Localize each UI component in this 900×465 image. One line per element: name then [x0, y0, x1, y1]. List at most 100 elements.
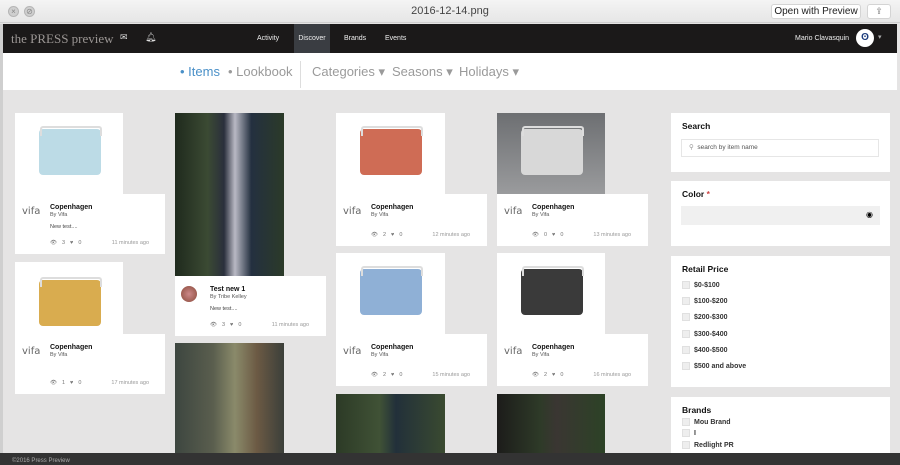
price-checkbox[interactable]: $300-$400	[682, 330, 727, 338]
brand-logo: vifa	[343, 206, 362, 217]
item-title[interactable]: Copenhagen	[50, 344, 92, 351]
item-title[interactable]: Copenhagen	[50, 204, 92, 211]
brands-title: Brands	[682, 405, 712, 415]
divider	[300, 61, 301, 88]
item-desc: New test....	[210, 306, 238, 312]
speaker-image	[360, 126, 423, 175]
nav-events[interactable]: Events	[381, 24, 410, 53]
brands-panel: Brands Mou Brand I Redlight PR	[671, 397, 890, 453]
speaker-image	[39, 277, 102, 326]
item-card[interactable]: vifa Copenhagen By Vifa 👁︎ 2 ♥ 0 12 minutes …	[336, 194, 487, 246]
footer: ©2016 Press Preview	[0, 453, 900, 465]
timestamp: 13 minutes ago	[593, 232, 631, 238]
nav-activity[interactable]: Activity	[253, 24, 283, 53]
search-panel: Search ⚲ search by item name	[671, 113, 890, 172]
speaker-image	[521, 266, 584, 315]
item-image[interactable]	[497, 253, 605, 334]
color-select[interactable]: ◉	[681, 206, 880, 225]
categories-dropdown[interactable]: Categories ▾	[312, 64, 385, 80]
share-icon[interactable]: ⇪	[867, 4, 891, 19]
mail-icon[interactable]: ✉	[120, 32, 128, 43]
search-input[interactable]: ⚲ search by item name	[681, 139, 879, 157]
heart-icon[interactable]: ♥	[391, 372, 394, 378]
item-brand[interactable]: By Vifa	[371, 352, 388, 358]
heart-icon[interactable]: ♥	[230, 322, 233, 328]
timestamp: 17 minutes ago	[111, 380, 149, 386]
item-brand[interactable]: By Vifa	[532, 212, 549, 218]
speaker-image	[360, 266, 423, 315]
nav-brands[interactable]: Brands	[340, 24, 370, 53]
heart-icon[interactable]: ♥	[70, 380, 73, 386]
brand-logo: vifa	[22, 346, 41, 357]
item-desc: New test....	[50, 224, 78, 230]
timestamp: 15 minutes ago	[432, 372, 470, 378]
item-brand[interactable]: By Vifa	[371, 212, 388, 218]
search-title: Search	[682, 121, 711, 131]
brand-logo: vifa	[504, 206, 523, 217]
heart-icon[interactable]: ♥	[552, 232, 555, 238]
brand-checkbox[interactable]: Mou Brand	[682, 418, 731, 426]
price-checkbox[interactable]: $500 and above	[682, 362, 746, 370]
brand-logo: vifa	[343, 346, 362, 357]
item-card[interactable]: vifa Copenhagen By Vifa 👁︎ 0 ♥ 0 13 minutes …	[497, 194, 648, 246]
nav-discover[interactable]: Discover	[294, 24, 330, 53]
item-image[interactable]	[15, 262, 123, 334]
price-checkbox[interactable]: $200-$300	[682, 313, 727, 321]
user-name[interactable]: Mario Clavasquin	[795, 24, 849, 53]
item-brand[interactable]: By Vifa	[532, 352, 549, 358]
tab-lookbook[interactable]: • Lookbook	[228, 64, 293, 79]
holidays-dropdown[interactable]: Holidays ▾	[459, 64, 519, 80]
view-count: 1	[61, 380, 66, 386]
open-with-preview-button[interactable]: Open with Preview	[771, 4, 861, 19]
item-card[interactable]: vifa Copenhagen By Vifa 👁︎ 2 ♥ 0 15 minutes …	[336, 334, 487, 386]
logo[interactable]: the PRESS preview	[11, 31, 114, 47]
item-title[interactable]: Test new 1	[210, 286, 245, 293]
item-title[interactable]: Copenhagen	[371, 344, 413, 351]
brand-logo: vifa	[22, 206, 41, 217]
timestamp: 16 minutes ago	[593, 372, 631, 378]
bell-icon[interactable]: 🔔︎	[145, 32, 156, 43]
retail-price-panel: Retail Price $0-$100 $100-$200 $200-$300…	[671, 256, 890, 387]
view-count: 3	[61, 240, 66, 246]
window-title: 2016-12-14.png	[411, 5, 489, 17]
item-brand[interactable]: By Vifa	[50, 352, 67, 358]
item-title[interactable]: Copenhagen	[532, 344, 574, 351]
tab-items[interactable]: • Items	[180, 64, 220, 79]
avatar[interactable]: ʘ	[856, 29, 874, 47]
lookbook-photo[interactable]	[336, 394, 445, 453]
top-nav: the PRESS preview ✉ 🔔︎ Activity Discover…	[3, 24, 897, 53]
item-card[interactable]: Test new 1 By Tribe Kelley New test.... …	[175, 276, 326, 336]
price-checkbox[interactable]: $100-$200	[682, 297, 727, 305]
speaker-image	[39, 126, 102, 175]
search-placeholder: search by item name	[697, 144, 758, 151]
heart-icon[interactable]: ♥	[391, 232, 394, 238]
speaker-image	[521, 126, 584, 175]
eye-icon: 👁︎	[210, 322, 217, 328]
like-count: 0	[238, 322, 242, 328]
lookbook-photo[interactable]	[175, 113, 284, 276]
price-checkbox[interactable]: $0-$100	[682, 281, 720, 289]
timestamp: 11 minutes ago	[271, 322, 309, 328]
heart-icon[interactable]: ♥	[70, 240, 73, 246]
item-image[interactable]	[336, 253, 445, 334]
lookbook-photo[interactable]	[175, 343, 284, 453]
brand-checkbox[interactable]: I	[682, 429, 696, 437]
heart-icon[interactable]: ♥	[552, 372, 555, 378]
item-image[interactable]	[497, 113, 605, 194]
timestamp: 12 minutes ago	[432, 232, 470, 238]
item-card[interactable]: vifa Copenhagen By Vifa New test.... 👁︎ 3…	[15, 194, 165, 254]
price-checkbox[interactable]: $400-$500	[682, 346, 727, 354]
item-brand[interactable]: By Tribe Kelley	[210, 294, 247, 300]
avatar[interactable]	[181, 286, 197, 302]
item-image[interactable]	[15, 113, 123, 194]
brand-checkbox[interactable]: Redlight PR	[682, 441, 734, 449]
chevron-down-icon[interactable]: ▾	[878, 33, 882, 41]
seasons-dropdown[interactable]: Seasons ▾	[392, 64, 453, 80]
item-card[interactable]: vifa Copenhagen By Vifa 👁︎ 2 ♥ 0 16 minutes …	[497, 334, 648, 386]
item-image[interactable]	[336, 113, 445, 194]
item-title[interactable]: Copenhagen	[532, 204, 574, 211]
lookbook-photo[interactable]	[497, 394, 605, 453]
item-card[interactable]: vifa Copenhagen By Vifa 👁︎ 1 ♥ 0 17 minutes …	[15, 334, 165, 394]
item-brand[interactable]: By Vifa	[50, 212, 67, 218]
item-title[interactable]: Copenhagen	[371, 204, 413, 211]
